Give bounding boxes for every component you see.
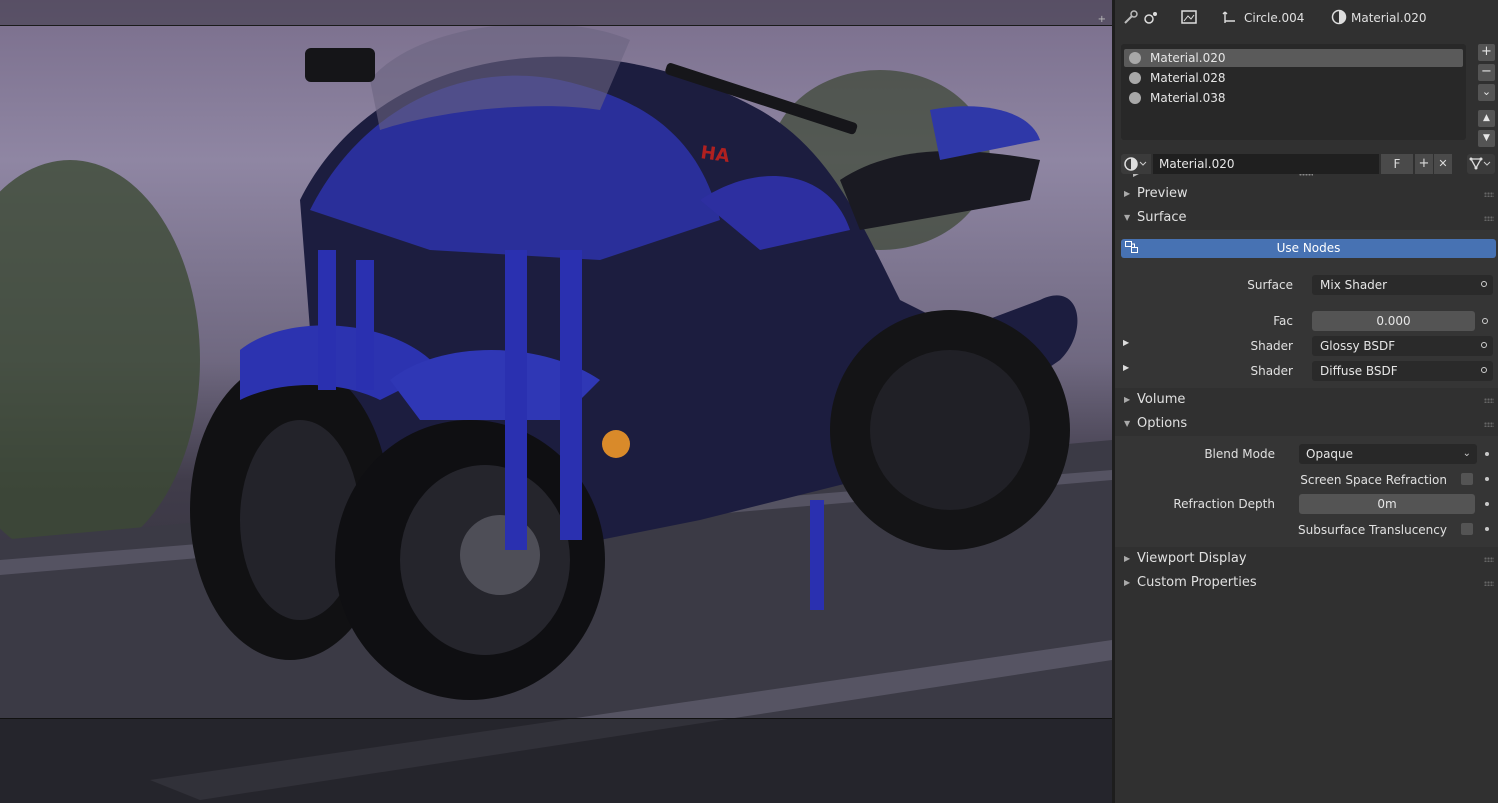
refraction-depth-field[interactable]: 0m <box>1299 494 1475 514</box>
section-title: Viewport Display <box>1137 551 1247 566</box>
material-slot-item[interactable]: Material.038 <box>1124 89 1463 107</box>
keyframe-dot-icon[interactable] <box>1485 477 1489 481</box>
keyframe-dot-icon[interactable] <box>1485 502 1489 506</box>
viewport-expand-icon[interactable]: + <box>1098 14 1106 25</box>
material-icon <box>1331 9 1347 25</box>
subsurface-translucency-label: Subsurface Translucency <box>1298 523 1447 537</box>
socket-icon <box>1481 342 1487 348</box>
drag-grip-icon[interactable] <box>1484 398 1494 403</box>
breadcrumb-material[interactable]: Material.020 <box>1351 9 1426 27</box>
remove-slot-button[interactable]: − <box>1478 64 1495 81</box>
blend-mode-label: Blend Mode <box>1204 447 1275 461</box>
drag-grip-icon[interactable] <box>1484 557 1494 562</box>
node-tree-browse-button[interactable] <box>1467 154 1495 174</box>
refraction-depth-label: Refraction Depth <box>1173 497 1275 511</box>
section-options[interactable]: ▼ Options <box>1115 413 1498 435</box>
shader-2-label: Shader <box>1250 364 1293 378</box>
material-slot-label: Material.028 <box>1150 71 1226 85</box>
expand-shader-arrow-icon[interactable]: ▶ <box>1123 338 1129 347</box>
fac-slider[interactable]: 0.000 <box>1312 311 1475 331</box>
expanded-arrow-icon: ▼ <box>1124 419 1131 428</box>
section-title: Options <box>1137 416 1188 431</box>
ssr-label: Screen Space Refraction <box>1300 473 1447 487</box>
material-slot-label: Material.020 <box>1150 51 1226 65</box>
expand-shader-arrow-icon[interactable]: ▶ <box>1123 363 1129 372</box>
keyframe-dot-icon[interactable] <box>1485 527 1489 531</box>
socket-icon <box>1481 367 1487 373</box>
material-slot-label: Material.038 <box>1150 91 1226 105</box>
object-data-icon <box>1222 11 1235 23</box>
move-slot-up-button[interactable]: ▲ <box>1478 110 1495 127</box>
fac-socket-icon[interactable] <box>1482 318 1488 324</box>
use-nodes-label: Use Nodes <box>1276 241 1341 255</box>
viewport-header <box>0 0 1112 26</box>
ssr-checkbox[interactable] <box>1461 473 1473 485</box>
material-slot-item[interactable]: Material.020 <box>1124 49 1463 67</box>
unlink-material-button[interactable]: ✕ <box>1434 154 1452 174</box>
section-title: Custom Properties <box>1137 575 1257 590</box>
socket-icon <box>1481 281 1487 287</box>
fake-user-button[interactable]: F <box>1381 154 1413 174</box>
shader-1-label: Shader <box>1250 339 1293 353</box>
section-custom-properties[interactable]: ▶ Custom Properties <box>1115 572 1498 594</box>
section-surface[interactable]: ▼ Surface <box>1115 207 1498 229</box>
drag-grip-icon[interactable] <box>1484 192 1494 197</box>
drag-grip-icon[interactable] <box>1484 581 1494 586</box>
shader-2-value: Diffuse BSDF <box>1320 364 1398 378</box>
blend-mode-value: Opaque <box>1306 447 1354 461</box>
material-name-field[interactable]: Material.020 <box>1153 154 1379 174</box>
chevron-down-icon: ⌄ <box>1462 448 1471 459</box>
blend-mode-dropdown[interactable]: Opaque ⌄ <box>1299 444 1477 464</box>
section-title: Volume <box>1137 392 1186 407</box>
shader-1-value: Glossy BSDF <box>1320 339 1396 353</box>
material-browse-icon <box>1124 157 1147 171</box>
material-slot-list[interactable]: Material.020 Material.028 Material.038 ▶ <box>1121 44 1466 178</box>
nodes-icon <box>1125 241 1138 253</box>
move-slot-down-button[interactable]: ▼ <box>1478 130 1495 147</box>
collapsed-arrow-icon: ▶ <box>1124 578 1131 587</box>
breadcrumb-object[interactable]: Circle.004 <box>1244 9 1304 27</box>
particles-icon[interactable] <box>1143 9 1159 25</box>
material-sphere-icon <box>1129 72 1141 84</box>
drag-grip-icon[interactable] <box>1484 422 1494 427</box>
slot-specials-menu-button[interactable]: ⌄ <box>1478 84 1495 101</box>
drag-grip-icon[interactable] <box>1484 216 1494 221</box>
surface-shader-value: Mix Shader <box>1320 278 1388 292</box>
new-material-button[interactable]: + <box>1415 154 1433 174</box>
keyframe-dot-icon[interactable] <box>1485 452 1489 456</box>
add-slot-button[interactable]: + <box>1478 44 1495 61</box>
material-selector: Material.020 F + ✕ <box>1121 154 1491 174</box>
render-image: HA <box>0 23 1112 803</box>
properties-header: Circle.004 Material.020 <box>1115 0 1498 36</box>
expanded-arrow-icon: ▼ <box>1124 213 1131 222</box>
fac-label: Fac <box>1273 314 1293 328</box>
section-volume[interactable]: ▶ Volume <box>1115 389 1498 411</box>
render-viewport[interactable]: HA + <box>0 0 1112 803</box>
section-title: Preview <box>1137 186 1188 201</box>
section-viewport-display[interactable]: ▶ Viewport Display <box>1115 548 1498 570</box>
subsurface-translucency-checkbox[interactable] <box>1461 523 1473 535</box>
properties-panel: Circle.004 Material.020 Material.020 Mat… <box>1115 0 1498 803</box>
section-preview[interactable]: ▶ Preview <box>1115 183 1498 205</box>
image-texture-icon[interactable] <box>1181 9 1197 25</box>
use-nodes-button[interactable]: Use Nodes <box>1121 239 1496 258</box>
shader-1-field[interactable]: Glossy BSDF <box>1312 336 1493 356</box>
svg-text:HA: HA <box>699 142 731 167</box>
viewport-bottom-overlay <box>0 718 1112 803</box>
material-slot-item[interactable]: Material.028 <box>1124 69 1463 87</box>
material-sphere-icon <box>1129 92 1141 104</box>
collapsed-arrow-icon: ▶ <box>1124 554 1131 563</box>
collapsed-arrow-icon: ▶ <box>1124 189 1131 198</box>
collapsed-arrow-icon: ▶ <box>1124 395 1131 404</box>
tool-wrench-icon[interactable] <box>1123 9 1139 25</box>
browse-material-button[interactable] <box>1121 154 1151 174</box>
surface-shader-field[interactable]: Mix Shader <box>1312 275 1493 295</box>
surface-label: Surface <box>1247 278 1293 292</box>
material-sphere-icon <box>1129 52 1141 64</box>
section-title: Surface <box>1137 210 1187 225</box>
shader-2-field[interactable]: Diffuse BSDF <box>1312 361 1493 381</box>
node-tree-icon <box>1469 157 1491 170</box>
